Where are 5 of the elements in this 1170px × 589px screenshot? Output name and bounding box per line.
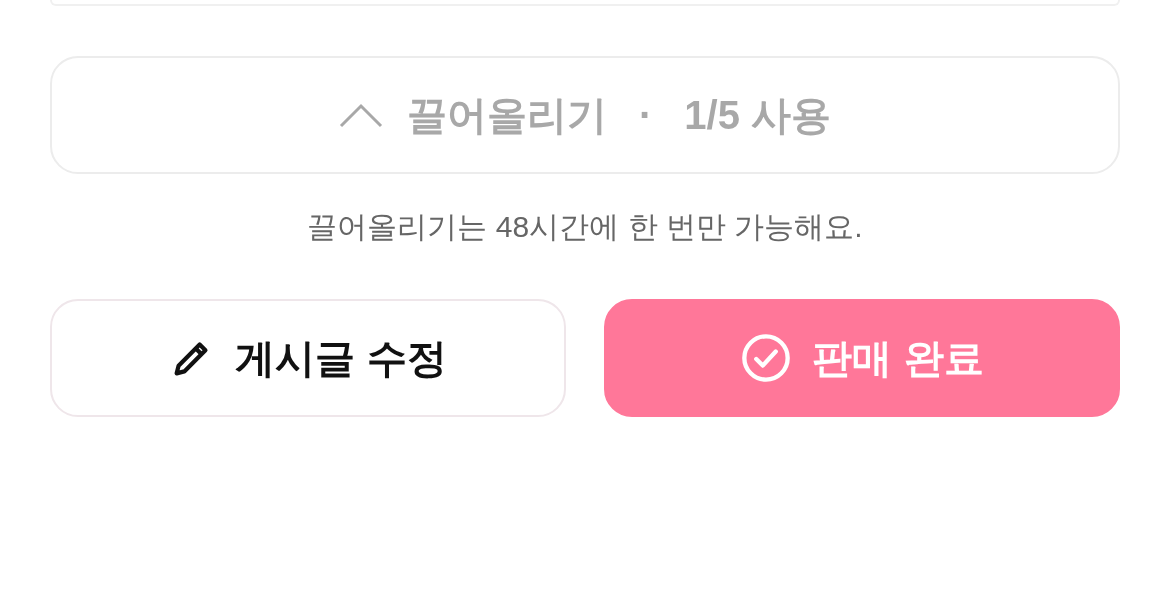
notice-text: 끌어올리기는 48시간에 한 번만 가능해요. <box>306 209 864 245</box>
complete-sale-button[interactable]: 판매 완료 <box>604 299 1120 417</box>
edit-post-button[interactable]: 게시글 수정 <box>50 299 566 417</box>
chevron-up-icon <box>338 102 383 128</box>
check-circle-icon <box>740 332 793 384</box>
